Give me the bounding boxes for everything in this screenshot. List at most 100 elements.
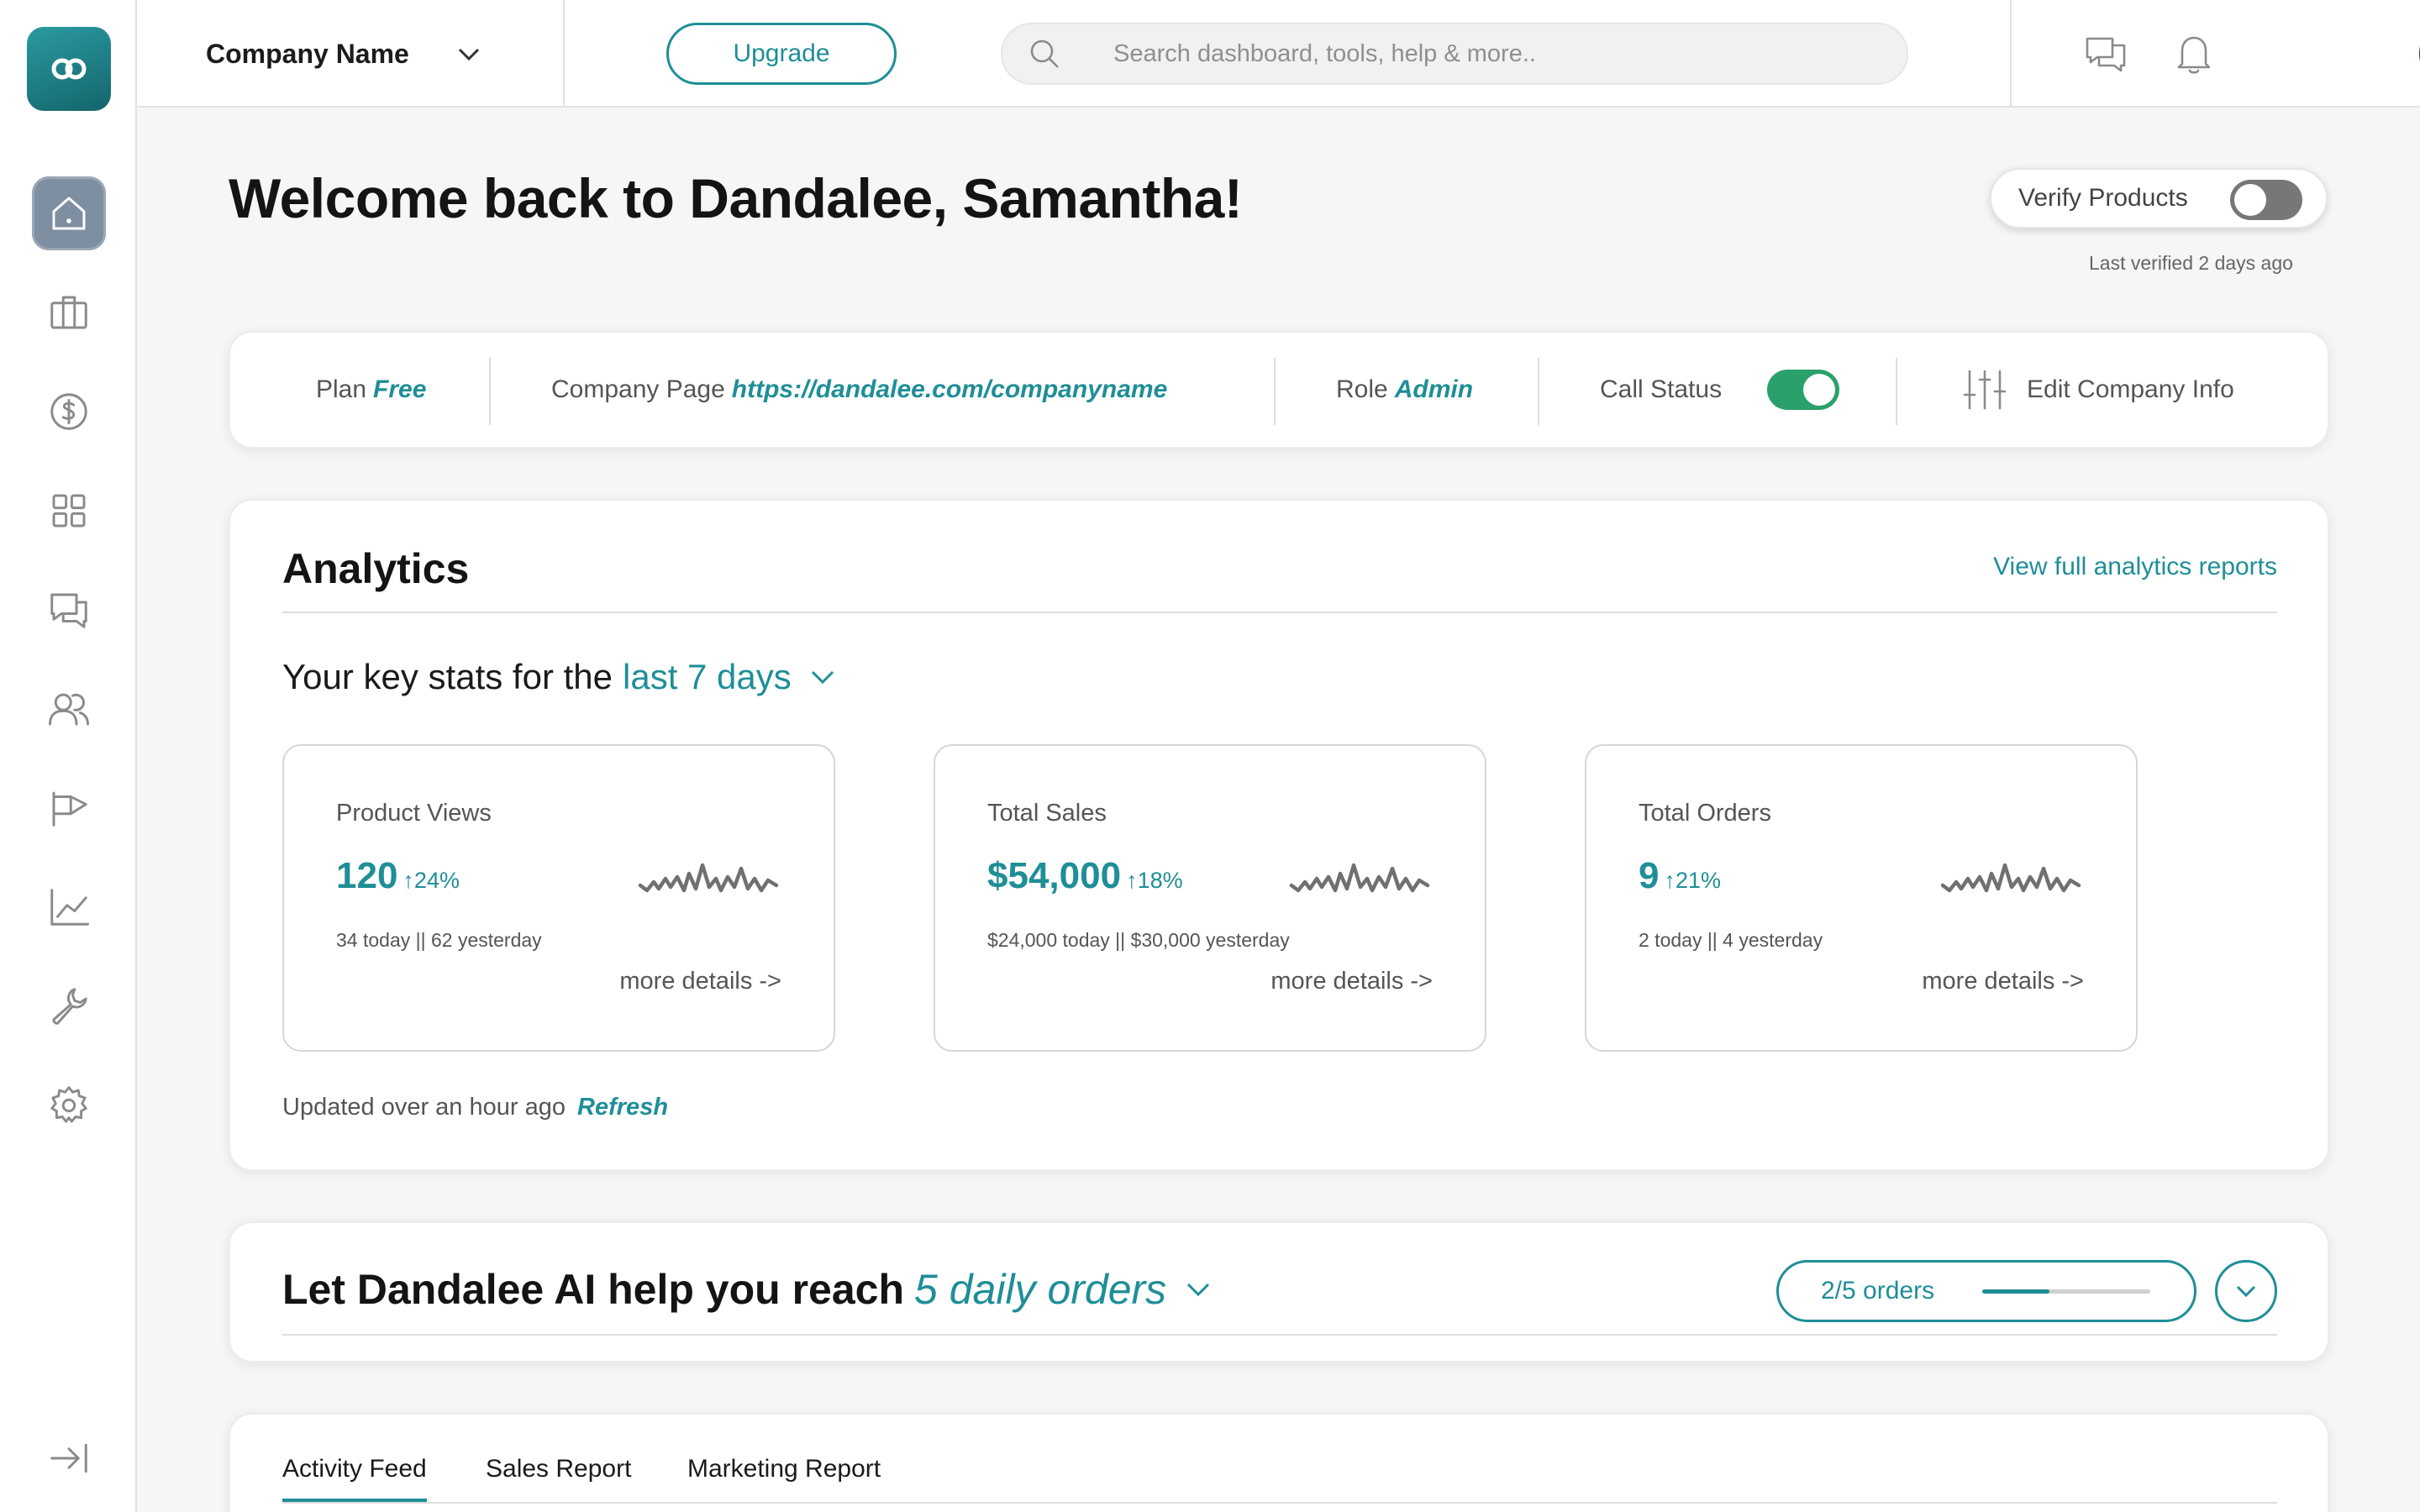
megaphone-icon [52,791,87,827]
reports-card: Activity Feed Sales Report Marketing Rep… [229,1413,2329,1512]
stat-card-total-sales: Total Sales $54,000 ↑18% $24,000 today |… [934,744,1486,1052]
tab-activity-feed[interactable]: Activity Feed [282,1455,427,1503]
stat-label: Total Orders [1639,800,1771,827]
collapse-sidebar-button[interactable] [32,1421,106,1495]
goal-selector[interactable]: 5 daily orders [914,1265,1166,1314]
progress-bar-fill [1982,1289,2049,1294]
sidebar-item-home[interactable] [32,176,106,250]
last-verified-text: Last verified 2 days ago [2089,252,2293,274]
top-bar: Company Name Upgrade [137,0,2420,108]
company-switcher[interactable]: Company Name [206,32,483,76]
search-icon [1030,39,1059,68]
users-icon [49,693,89,726]
stat-sub: 34 today || 62 yesterday [336,929,542,951]
period-selector[interactable]: last 7 days [623,657,792,697]
notifications-button[interactable] [2169,29,2219,79]
dollar-icon [50,393,87,430]
stat-delta: ↑24% [402,868,460,893]
ai-goal-heading: Let Dandalee AI help you reach 5 daily o… [282,1265,1215,1314]
sidebar-item-apps[interactable] [32,474,106,548]
updated-text: Updated over an hour ago [282,1094,566,1121]
company-page-info: Company Page https://dandalee.com/compan… [551,333,1167,447]
role-info: Role Admin [1336,333,1473,447]
sidebar-item-analytics[interactable] [32,870,106,944]
sparkline-icon [1289,863,1430,893]
more-details-link[interactable]: more details -> [1270,968,1433,995]
orders-progress-text: 2/5 orders [1821,1277,1935,1305]
sidebar-item-messages[interactable] [32,573,106,647]
chevron-down-icon [458,48,480,61]
grid-icon [52,494,86,528]
sidebar-item-settings[interactable] [32,1068,106,1142]
key-stats-heading: Your key stats for the last 7 days [282,657,839,697]
chevron-down-icon [2236,1285,2256,1298]
chevron-down-icon[interactable] [807,661,839,693]
verify-toggle-switch[interactable] [2230,180,2302,220]
stat-sub: 2 today || 4 yesterday [1639,929,1823,951]
messages-button[interactable] [2081,29,2131,79]
chart-icon [50,889,89,926]
more-details-link[interactable]: more details -> [619,968,781,995]
role-value: Admin [1394,375,1474,403]
sidebar-item-tools[interactable] [32,969,106,1043]
wrench-icon [52,988,87,1025]
plan-value[interactable]: Free [373,375,426,404]
role-label: Role [1336,375,1388,403]
sidebar-item-briefcase[interactable] [32,276,106,349]
edit-company-info-label: Edit Company Info [2027,375,2234,403]
briefcase-icon [50,296,87,329]
sidebar [0,0,137,1512]
divider [563,0,565,108]
stat-sub: $24,000 today || $30,000 yesterday [987,929,1290,951]
edit-company-info-button[interactable]: Edit Company Info [1961,333,2234,447]
stat-card-product-views: Product Views 120 ↑24% 34 today || 62 ye… [282,744,835,1052]
analytics-title: Analytics [282,545,470,592]
messages-icon [2086,37,2126,72]
analytics-card: Analytics View full analytics reports Yo… [229,499,2329,1171]
tab-sales-report[interactable]: Sales Report [486,1455,631,1499]
key-stats-prefix: Your key stats for the [282,657,613,696]
verify-products-toggle[interactable]: Verify Products [1990,168,2328,228]
search-bar[interactable] [1001,23,1908,85]
chat-icon [50,593,87,628]
progress-bar [1982,1289,2150,1294]
company-page-link[interactable]: https://dandalee.com/companyname [732,375,1167,404]
logo-icon[interactable] [27,27,111,111]
collapse-sidebar-icon [50,1443,87,1473]
stat-label: Product Views [336,800,492,827]
refresh-link[interactable]: Refresh [577,1094,668,1121]
home-icon [52,197,86,230]
call-status-info: Call Status [1600,333,1840,447]
call-status-label: Call Status [1600,375,1723,403]
stat-card-total-orders: Total Orders 9 ↑21% 2 today || 4 yesterd… [1585,744,2138,1052]
view-analytics-link[interactable]: View full analytics reports [1993,553,2277,581]
search-input[interactable] [1113,39,1786,68]
stat-label: Total Sales [987,800,1107,827]
orders-progress: 2/5 orders [1776,1260,2196,1322]
divider [2010,0,2012,108]
call-status-toggle[interactable] [1767,370,1840,410]
sidebar-item-marketing[interactable] [32,771,106,845]
more-details-link[interactable]: more details -> [1922,968,2084,995]
sidebar-item-finance[interactable] [32,375,106,449]
plan-label: Plan [316,375,367,403]
ai-goal-card: Let Dandalee AI help you reach 5 daily o… [229,1221,2329,1362]
updated-status: Updated over an hour ago Refresh [282,1094,668,1121]
company-info-bar: Plan Free Company Page https://dandalee.… [229,331,2329,449]
stat-delta: ↑18% [1126,868,1183,893]
stat-value: 120 ↑24% [336,855,460,896]
stat-delta: ↑21% [1664,868,1722,893]
chevron-down-icon[interactable] [1181,1273,1215,1306]
stat-value: 9 ↑21% [1639,855,1722,896]
company-name: Company Name [206,38,409,69]
sparkline-icon [638,863,779,893]
sliders-icon [1963,370,2007,410]
bell-icon [2177,36,2211,74]
plan-info: Plan Free [316,333,426,447]
tab-marketing-report[interactable]: Marketing Report [687,1455,881,1499]
page-title: Welcome back to Dandalee, Samantha! [229,167,1243,229]
ai-goal-prefix: Let Dandalee AI help you reach [282,1266,905,1313]
upgrade-button[interactable]: Upgrade [666,23,897,85]
sidebar-item-customers[interactable] [32,672,106,746]
expand-button[interactable] [2215,1260,2277,1322]
